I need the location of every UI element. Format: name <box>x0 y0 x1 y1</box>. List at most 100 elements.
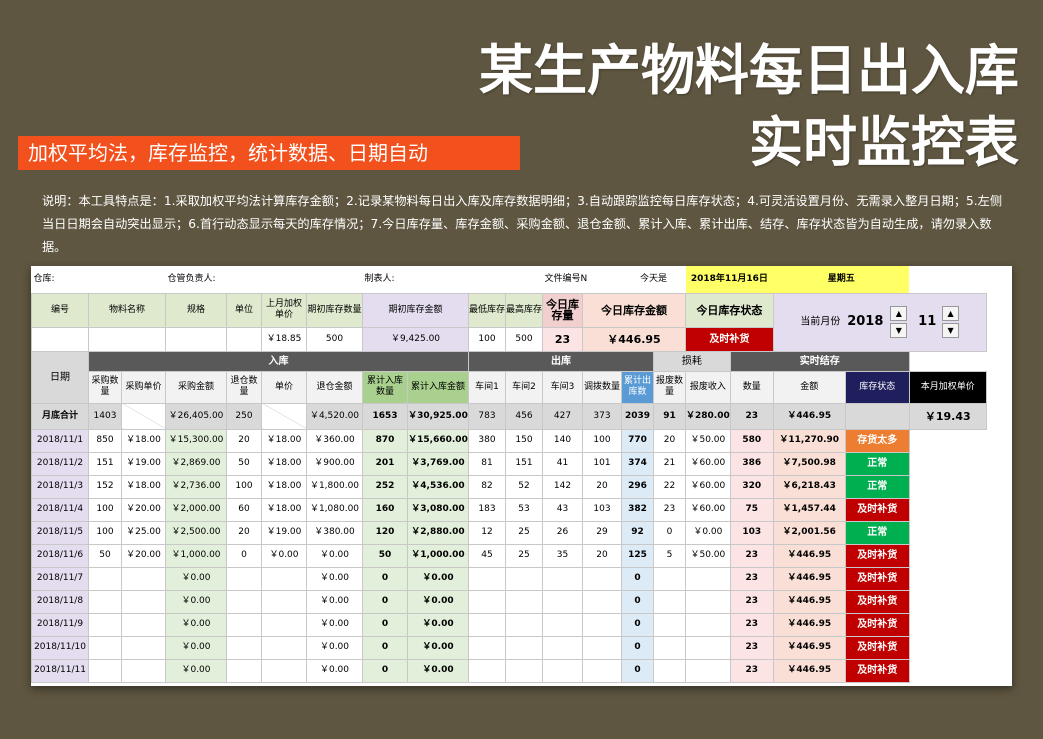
cell-buy-price[interactable]: ￥25.00 <box>121 520 166 545</box>
cell-ws2[interactable] <box>505 566 543 591</box>
cell-ws2[interactable] <box>505 635 543 660</box>
cell-scrap-income[interactable]: ￥0.00 <box>685 520 731 545</box>
cell-ret-price[interactable] <box>261 612 307 637</box>
cell-buy-qty[interactable]: 100 <box>88 497 122 522</box>
cell-ret-price[interactable]: ￥19.00 <box>261 520 307 545</box>
cell-ret-qty[interactable] <box>226 612 262 637</box>
cell-ret-price[interactable]: ￥18.00 <box>261 474 307 499</box>
month-up-icon[interactable]: ▲ <box>942 306 960 321</box>
cell-buy-price[interactable]: ￥18.00 <box>121 474 166 499</box>
cell-scrap-qty[interactable]: 23 <box>653 497 686 522</box>
cell-ws1[interactable] <box>468 589 506 614</box>
cell-ws1[interactable] <box>468 635 506 660</box>
cell-ws2[interactable]: 150 <box>505 428 543 453</box>
cell-ws2[interactable]: 52 <box>505 474 543 499</box>
cell-ws1[interactable]: 12 <box>468 520 506 545</box>
cell-buy-price[interactable]: ￥19.00 <box>121 451 166 476</box>
cell-scrap-qty[interactable] <box>653 635 686 660</box>
cell-ret-price[interactable]: ￥18.00 <box>261 428 307 453</box>
cell-transfer[interactable]: 20 <box>582 543 622 568</box>
cell-ret-qty[interactable]: 100 <box>226 474 262 499</box>
cell-scrap-qty[interactable] <box>653 566 686 591</box>
cell-scrap-income[interactable] <box>685 566 731 591</box>
cell-transfer[interactable]: 100 <box>582 428 622 453</box>
cell-ws3[interactable]: 41 <box>542 451 583 476</box>
cell-scrap-income[interactable] <box>685 589 731 614</box>
cell-buy-price[interactable] <box>121 589 166 614</box>
cell-ws1[interactable]: 81 <box>468 451 506 476</box>
cell-buy-price[interactable]: ￥20.00 <box>121 497 166 522</box>
cell-ret-qty[interactable]: 20 <box>226 428 262 453</box>
cell-scrap-qty[interactable]: 5 <box>653 543 686 568</box>
cell-ws1[interactable]: 380 <box>468 428 506 453</box>
cell-transfer[interactable]: 20 <box>582 474 622 499</box>
month-spinner[interactable]: ▲ ▼ <box>942 304 960 340</box>
cell-scrap-qty[interactable] <box>653 589 686 614</box>
cell-ret-price[interactable] <box>261 589 307 614</box>
cell-buy-qty[interactable]: 50 <box>88 543 122 568</box>
cell-ws2[interactable] <box>505 612 543 637</box>
cell-buy-price[interactable]: ￥18.00 <box>121 428 166 453</box>
cell-buy-qty[interactable] <box>88 589 122 614</box>
cell-ws3[interactable] <box>542 612 583 637</box>
cell-ws2[interactable]: 151 <box>505 451 543 476</box>
month-down-icon[interactable]: ▼ <box>942 323 960 338</box>
cell-buy-price[interactable]: ￥20.00 <box>121 543 166 568</box>
cell-scrap-income[interactable]: ￥60.00 <box>685 451 731 476</box>
cell-ws3[interactable]: 140 <box>542 428 583 453</box>
cell-ws2[interactable]: 25 <box>505 543 543 568</box>
cell-ret-qty[interactable]: 0 <box>226 543 262 568</box>
cell-scrap-qty[interactable] <box>653 658 686 683</box>
cell-buy-price[interactable] <box>121 612 166 637</box>
cell-ws1[interactable] <box>468 658 506 683</box>
cell-scrap-income[interactable]: ￥60.00 <box>685 474 731 499</box>
cell-transfer[interactable] <box>582 589 622 614</box>
cell-scrap-qty[interactable]: 20 <box>653 428 686 453</box>
cell-scrap-income[interactable] <box>685 658 731 683</box>
cell-transfer[interactable] <box>582 658 622 683</box>
year-spinner[interactable]: ▲ ▼ <box>890 304 908 340</box>
cell-buy-qty[interactable]: 100 <box>88 520 122 545</box>
cell-ret-price[interactable]: ￥18.00 <box>261 451 307 476</box>
cell-ret-qty[interactable]: 60 <box>226 497 262 522</box>
cell-transfer[interactable]: 29 <box>582 520 622 545</box>
year-up-icon[interactable]: ▲ <box>890 306 908 321</box>
cell-ret-qty[interactable] <box>226 635 262 660</box>
cell-ret-price[interactable] <box>261 566 307 591</box>
cell-ret-qty[interactable] <box>226 566 262 591</box>
cell-scrap-income[interactable] <box>685 612 731 637</box>
cell-ws3[interactable]: 43 <box>542 497 583 522</box>
last-price-value[interactable]: ￥18.85 <box>261 326 307 352</box>
cell-ws3[interactable] <box>542 589 583 614</box>
cell-buy-qty[interactable]: 152 <box>88 474 122 499</box>
cell-buy-qty[interactable] <box>88 612 122 637</box>
cell-ws2[interactable] <box>505 658 543 683</box>
cell-scrap-qty[interactable]: 0 <box>653 520 686 545</box>
cell-ret-qty[interactable]: 50 <box>226 451 262 476</box>
cell-ws3[interactable]: 26 <box>542 520 583 545</box>
cell-scrap-qty[interactable]: 22 <box>653 474 686 499</box>
cell-transfer[interactable]: 103 <box>582 497 622 522</box>
cell-ws2[interactable]: 25 <box>505 520 543 545</box>
cell-buy-price[interactable] <box>121 658 166 683</box>
cell-ws3[interactable]: 142 <box>542 474 583 499</box>
min-stock-value[interactable]: 100 <box>468 326 506 352</box>
cell-ws3[interactable] <box>542 566 583 591</box>
cell-ret-qty[interactable] <box>226 658 262 683</box>
cell-buy-qty[interactable]: 850 <box>88 428 122 453</box>
cell-scrap-income[interactable]: ￥60.00 <box>685 497 731 522</box>
cell-ws3[interactable] <box>542 635 583 660</box>
cell-buy-price[interactable] <box>121 566 166 591</box>
cell-ret-price[interactable]: ￥0.00 <box>261 543 307 568</box>
cell-buy-qty[interactable]: 151 <box>88 451 122 476</box>
max-stock-value[interactable]: 500 <box>505 326 543 352</box>
cell-ws1[interactable]: 183 <box>468 497 506 522</box>
cell-ret-price[interactable] <box>261 658 307 683</box>
cell-buy-qty[interactable] <box>88 635 122 660</box>
cell-scrap-income[interactable] <box>685 635 731 660</box>
cell-scrap-qty[interactable] <box>653 612 686 637</box>
year-down-icon[interactable]: ▼ <box>890 323 908 338</box>
cell-ret-qty[interactable] <box>226 589 262 614</box>
cell-ws3[interactable] <box>542 658 583 683</box>
init-qty-value[interactable]: 500 <box>306 326 363 352</box>
